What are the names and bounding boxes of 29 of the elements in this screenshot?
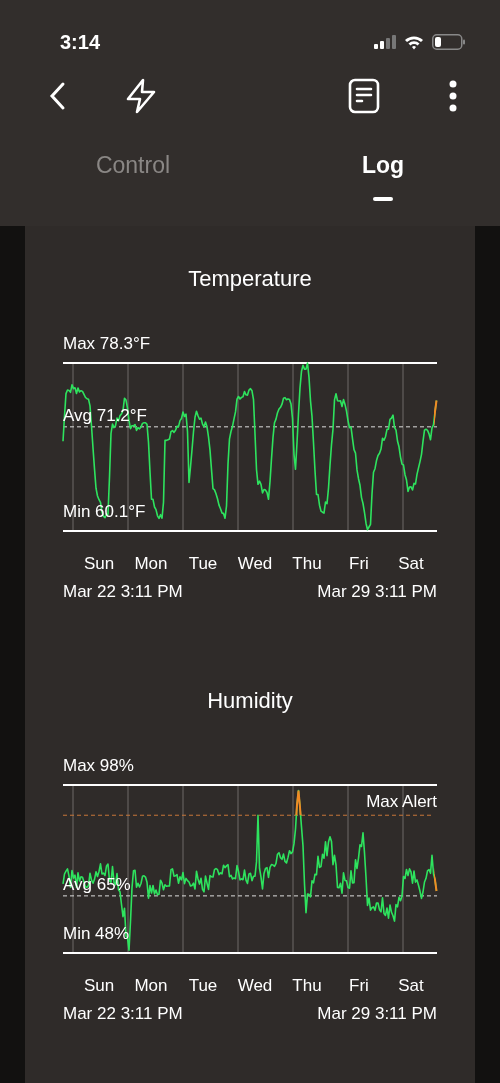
chart-title: Temperature — [187, 265, 313, 293]
day-label: Thu — [291, 975, 323, 997]
day-label: Mon — [133, 553, 169, 575]
max-label: Max 98% — [63, 756, 134, 775]
day-label: Sun — [82, 975, 116, 997]
tab[interactable]: Log — [351, 142, 415, 201]
day-label: Sat — [397, 975, 425, 997]
day-label: Sat — [397, 553, 425, 575]
battery-icon — [432, 34, 466, 50]
day-label: Fri — [348, 553, 370, 575]
day-label: Thu — [291, 553, 323, 575]
max-label: Max 78.3°F — [63, 334, 151, 353]
tab[interactable]: Control — [85, 142, 181, 201]
chart-title: Humidity — [206, 687, 294, 715]
day-label: Fri — [348, 975, 370, 997]
start-date: Mar 22 3:11 PM — [63, 1002, 183, 1025]
day-label: Tue — [187, 975, 219, 997]
day-label: Mon — [133, 975, 169, 997]
day-label: Tue — [187, 553, 219, 575]
end-date: Mar 29 3:11 PM — [317, 580, 437, 603]
day-label: Wed — [236, 553, 274, 575]
day-label: Sun — [82, 553, 116, 575]
wifi-icon — [404, 34, 424, 50]
status-time: 3:14 — [60, 30, 101, 55]
alert-label: Max Alert — [366, 792, 437, 812]
end-date: Mar 29 3:11 PM — [317, 1002, 437, 1025]
day-label: Wed — [236, 975, 274, 997]
start-date: Mar 22 3:11 PM — [63, 580, 183, 603]
signal-icon — [374, 35, 396, 49]
